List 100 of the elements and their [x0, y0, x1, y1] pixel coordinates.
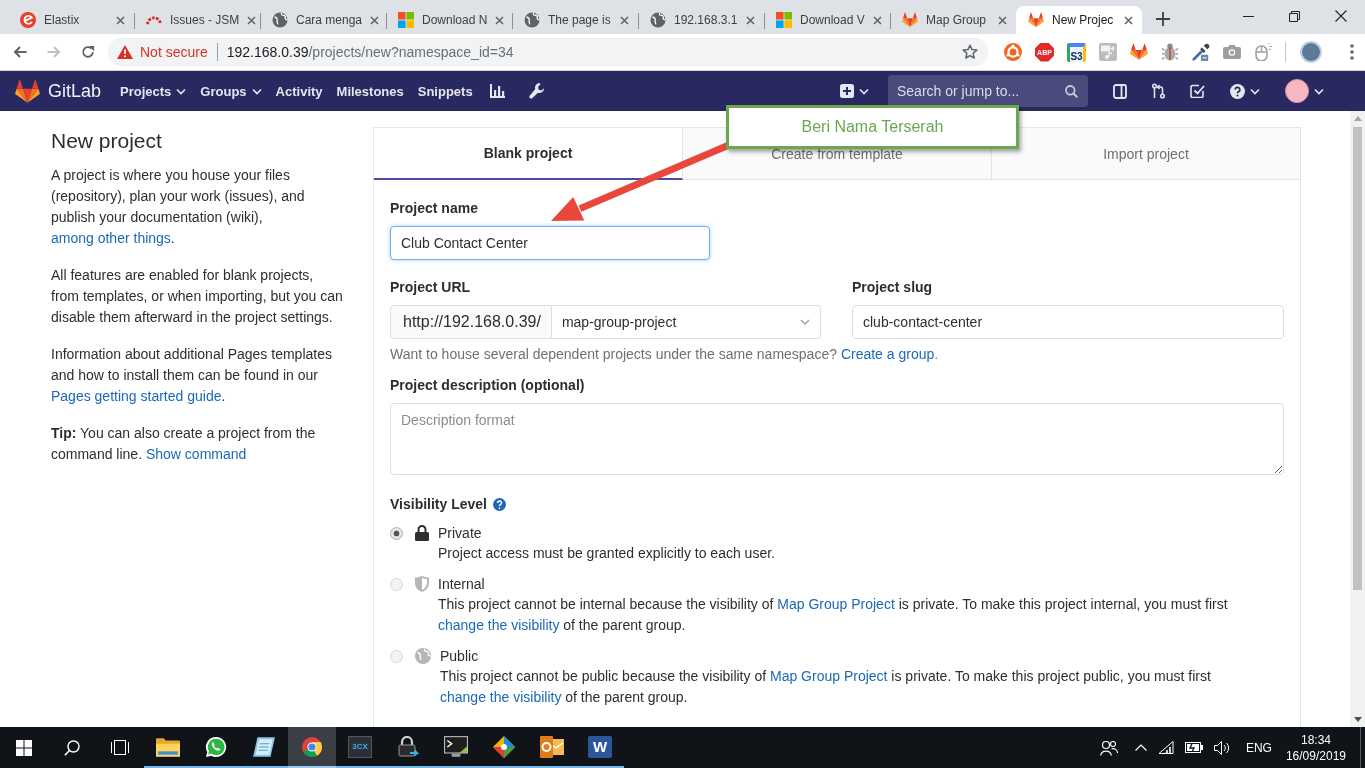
extension-button[interactable]: S3: [1067, 42, 1086, 62]
close-icon[interactable]: [1335, 10, 1347, 22]
merge-request-icon[interactable]: [1152, 83, 1165, 99]
namespace-select[interactable]: map-group-project: [551, 305, 821, 339]
field-label: Project slug: [852, 278, 934, 297]
scroll-down-icon[interactable]: [1353, 717, 1362, 722]
caret-icon[interactable]: [1314, 87, 1324, 95]
project-slug-input[interactable]: club-contact-center: [852, 305, 1284, 339]
project-name-input[interactable]: Club Contact Center: [390, 226, 710, 260]
description-field[interactable]: Description format: [390, 403, 1284, 475]
caret-icon[interactable]: [1250, 87, 1260, 95]
nav-link[interactable]: Milestones: [329, 83, 411, 99]
caret-icon: [176, 87, 187, 95]
caret-icon: [251, 87, 262, 95]
clock-time[interactable]: 18:34: [1300, 731, 1331, 748]
nav-link[interactable]: Groups: [193, 83, 269, 99]
scrollbar-thumb[interactable]: [1353, 127, 1362, 590]
taskbar-button[interactable]: [288, 727, 336, 768]
browser-tab[interactable]: New Projec: [1016, 6, 1142, 34]
close-icon[interactable]: [1124, 15, 1133, 25]
people-icon[interactable]: [1099, 739, 1118, 756]
caret-icon[interactable]: [859, 87, 869, 95]
fox-head-icon: [902, 12, 918, 28]
help-icon[interactable]: [1230, 83, 1245, 99]
diamond-icon: [492, 735, 516, 758]
battery-icon[interactable]: [1184, 742, 1203, 753]
search-field[interactable]: Search or jump to...: [888, 75, 1088, 107]
scrollbar[interactable]: [1350, 111, 1365, 727]
bug-icon[interactable]: [1161, 43, 1179, 61]
restore-icon[interactable]: [1289, 10, 1300, 22]
eyedropper-icon[interactable]: [1192, 43, 1210, 61]
option-label: Internal: [438, 575, 486, 594]
folder-icon: [156, 735, 180, 758]
browser-tab[interactable]: Map Group: [890, 6, 1016, 34]
browser-tab[interactable]: Cara menga: [260, 6, 386, 34]
four-squares-icon: [776, 12, 792, 28]
taskbar-button[interactable]: W: [576, 727, 624, 768]
wrench-icon[interactable]: [528, 83, 544, 99]
text-link[interactable]: Show command: [145, 446, 247, 462]
help-text: Want to house several dependent projects under the same namespace? Create a group.: [390, 345, 940, 364]
profile-avatar[interactable]: [1300, 41, 1322, 63]
minimize-icon[interactable]: [1243, 15, 1254, 17]
fox-head-icon[interactable]: [1130, 43, 1148, 61]
intro-paragraph: A project is where you house your files (repository), plan your work (issues), and publish your documentation (wiki), among other things.: [51, 166, 306, 248]
security-chip[interactable]: Not secure: [117, 44, 208, 60]
language-indicator[interactable]: ENG: [1245, 740, 1272, 755]
field-label: Visibility Level: [390, 495, 487, 514]
app-logo: 3CX: [348, 735, 372, 758]
help-icon[interactable]: [493, 497, 506, 511]
more-menu-icon[interactable]: [1350, 44, 1354, 60]
option-label: Private: [438, 524, 483, 543]
windows-logo-icon[interactable]: [16, 739, 32, 756]
browser-tab[interactable]: The page is: [512, 6, 638, 34]
search-icon[interactable]: [64, 739, 80, 756]
bar-chart-icon[interactable]: [489, 84, 505, 98]
envelope-icon: [540, 735, 564, 758]
volume-icon[interactable]: [1213, 740, 1230, 755]
url-prefix: http://192.168.0.39/: [390, 305, 552, 339]
nav-link[interactable]: Activity: [268, 83, 330, 99]
bookmark-star-icon[interactable]: [962, 44, 978, 60]
back-icon[interactable]: [13, 46, 27, 58]
text-link[interactable]: among other things: [51, 230, 171, 246]
user-avatar[interactable]: [1285, 79, 1309, 103]
radio-button[interactable]: [390, 527, 403, 540]
intro-paragraph: Information about additional Pages templates and how to install them can be found in our Pages getting started guide.: [51, 345, 333, 406]
sidebar-panel-icon[interactable]: [1113, 83, 1127, 99]
chat-bubble-icon: [204, 735, 228, 758]
nav-link[interactable]: Snippets: [410, 83, 480, 99]
warning-icon: [117, 45, 133, 59]
todo-check-icon[interactable]: [1190, 84, 1205, 98]
option-description: This project cannot be public because the visibility of Map Group Project is private. To make this project public, you must first change the visibility of the parent group.: [440, 667, 1212, 707]
browser-tab[interactable]: 192.168.3.1: [638, 6, 764, 34]
option-label: Public: [440, 647, 480, 666]
new-tab-icon[interactable]: [1156, 12, 1170, 26]
brand-name[interactable]: GitLab: [48, 80, 102, 102]
globe-icon: [524, 12, 540, 28]
project-tab[interactable]: Blank project: [374, 128, 683, 180]
mouse-icon[interactable]: [1254, 43, 1272, 61]
clock-date[interactable]: 16/09/2019: [1285, 747, 1346, 764]
browser-tab[interactable]: Elastix: [8, 6, 134, 34]
nav-link[interactable]: Projects: [113, 83, 194, 99]
annotation-callout-tooltip: Beri Nama Terserah: [726, 105, 1019, 149]
browser-tab[interactable]: Download N: [386, 6, 512, 34]
address-bar[interactable]: Not secure 192.168.0.39/projects/new?namespace_id=34: [108, 38, 988, 66]
reload-icon[interactable]: [81, 45, 95, 59]
notepad-icon: [252, 735, 276, 758]
browser-tab[interactable]: Download V: [764, 6, 890, 34]
ring-icon[interactable]: [1004, 43, 1022, 61]
camera-icon[interactable]: [1223, 43, 1241, 61]
chevron-up-icon[interactable]: [1134, 744, 1147, 751]
task-view-icon[interactable]: [111, 740, 129, 755]
browser-tab[interactable]: Issues - JSM: [134, 6, 260, 34]
globe-icon: [650, 12, 666, 28]
field-label: Project URL: [390, 278, 472, 297]
fox-logo-icon[interactable]: [15, 79, 40, 103]
option-description: Project access must be granted explicitly to each user.: [438, 544, 776, 563]
taskbar-button[interactable]: 3CX: [336, 727, 384, 768]
wifi-icon[interactable]: [1157, 741, 1174, 754]
plus-square-icon[interactable]: [840, 84, 854, 98]
browser-icon: [300, 735, 324, 758]
